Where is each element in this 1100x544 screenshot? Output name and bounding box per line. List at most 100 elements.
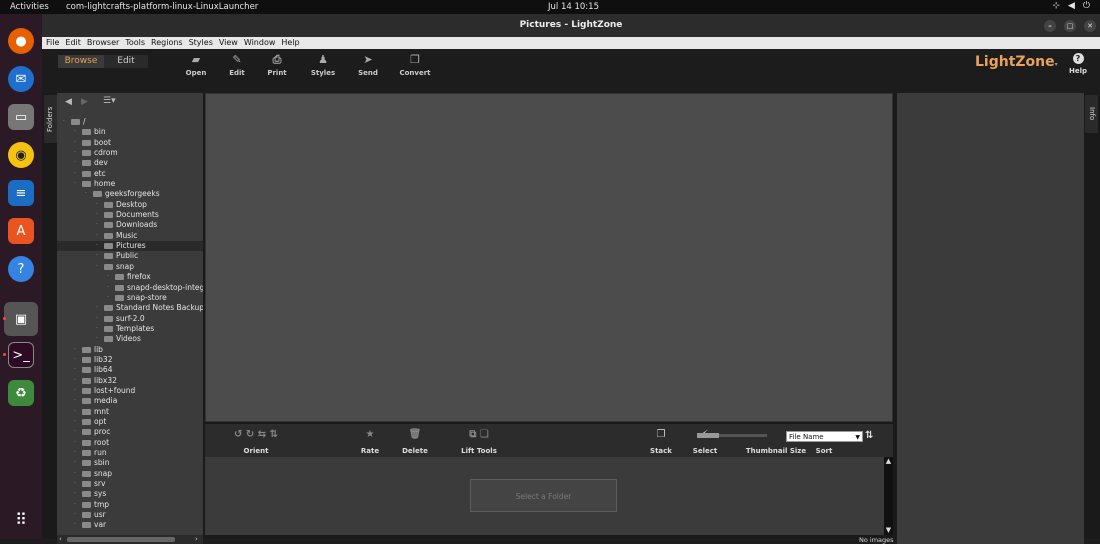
expand-toggle-icon[interactable]: · xyxy=(94,251,100,261)
thunderbird-icon[interactable]: ✉ xyxy=(8,66,34,92)
expand-toggle-icon[interactable]: · xyxy=(72,438,78,448)
thumbnail-size-slider[interactable] xyxy=(697,433,767,438)
expand-toggle-icon[interactable]: · xyxy=(72,355,78,365)
close-button[interactable]: ✕ xyxy=(1084,20,1096,32)
expand-toggle-icon[interactable]: · xyxy=(72,510,78,520)
browser-vertical-scrollbar[interactable]: ▲ ▼ xyxy=(884,457,893,535)
expand-toggle-icon[interactable]: · xyxy=(72,458,78,468)
folders-tab[interactable]: Folders xyxy=(44,95,57,143)
tree-horizontal-scrollbar[interactable]: ‹ › xyxy=(57,535,203,544)
system-tray[interactable]: ⊹ ◀ ⏻ xyxy=(1052,1,1090,11)
tree-node[interactable]: · etc xyxy=(57,169,203,179)
convert-button[interactable]: ❐ Convert xyxy=(395,53,435,77)
tree-node[interactable]: · run xyxy=(57,448,203,458)
expand-toggle-icon[interactable]: · xyxy=(94,324,100,334)
scroll-thumb[interactable] xyxy=(67,537,175,542)
scroll-down-icon[interactable]: ▼ xyxy=(884,526,893,535)
writer-icon[interactable]: ≡ xyxy=(8,180,34,206)
expand-toggle-icon[interactable]: · xyxy=(72,469,78,479)
expand-toggle-icon[interactable]: · xyxy=(72,448,78,458)
expand-toggle-icon[interactable]: · xyxy=(105,283,111,293)
tree-node[interactable]: · root xyxy=(57,438,203,448)
tree-node[interactable]: · Standard Notes Backups xyxy=(57,303,203,313)
minimize-button[interactable]: – xyxy=(1044,20,1056,32)
expand-toggle-icon[interactable]: · xyxy=(94,200,100,210)
edit-mode-button[interactable]: Edit xyxy=(104,55,148,68)
activities-button[interactable]: Activities xyxy=(10,2,49,12)
tree-node[interactable]: · boot xyxy=(57,138,203,148)
expand-toggle-icon[interactable]: · xyxy=(72,345,78,355)
sort-select[interactable]: File Name ▼ xyxy=(786,431,863,442)
tree-node[interactable]: · tmp xyxy=(57,500,203,510)
expand-toggle-icon[interactable]: · xyxy=(94,334,100,344)
scroll-up-icon[interactable]: ▲ xyxy=(884,457,893,466)
slider-knob[interactable] xyxy=(697,433,719,438)
menu-tools[interactable]: Tools xyxy=(125,37,145,49)
show-apps-icon[interactable]: ⠿ xyxy=(8,506,34,532)
open-button[interactable]: ▰ Open xyxy=(176,53,216,77)
menu-edit[interactable]: Edit xyxy=(65,37,81,49)
tree-node[interactable]: · Documents xyxy=(57,210,203,220)
scroll-left-icon[interactable]: ‹ xyxy=(59,535,62,543)
menu-window[interactable]: Window xyxy=(244,37,276,49)
edit-button[interactable]: ✎ Edit xyxy=(217,53,257,77)
tree-node[interactable]: · firefox xyxy=(57,272,203,282)
expand-toggle-icon[interactable]: · xyxy=(94,220,100,230)
tree-node[interactable]: · var xyxy=(57,520,203,530)
tree-node[interactable]: · sys xyxy=(57,489,203,499)
expand-toggle-icon[interactable]: · xyxy=(72,365,78,375)
tree-node[interactable]: · srv xyxy=(57,479,203,489)
tree-node[interactable]: · snap-store xyxy=(57,293,203,303)
send-button[interactable]: ➤ Send xyxy=(348,53,388,77)
expand-toggle-icon[interactable]: · xyxy=(72,520,78,530)
help-icon[interactable]: ? xyxy=(8,256,34,282)
tree-node[interactable]: · Public xyxy=(57,251,203,261)
styles-button[interactable]: ♟ Styles xyxy=(303,53,343,77)
tree-node[interactable]: · mnt xyxy=(57,407,203,417)
maximize-button[interactable]: □ xyxy=(1064,20,1076,32)
tree-node[interactable]: · Music xyxy=(57,231,203,241)
rate-tool[interactable]: ★ Rate xyxy=(355,428,385,455)
menu-styles[interactable]: Styles xyxy=(189,37,213,49)
lightzone-dock-icon[interactable]: ▣ xyxy=(4,302,38,336)
tree-node[interactable]: · Templates xyxy=(57,324,203,334)
tree-node[interactable]: · lib64 xyxy=(57,365,203,375)
expand-toggle-icon[interactable]: · xyxy=(72,148,78,158)
expand-toggle-icon[interactable]: · xyxy=(61,117,67,127)
tree-node[interactable]: · snap xyxy=(57,262,203,272)
expand-toggle-icon[interactable]: · xyxy=(72,169,78,179)
clock[interactable]: Jul 14 10:15 xyxy=(548,2,599,12)
tree-node[interactable]: · Downloads xyxy=(57,220,203,230)
rhythmbox-icon[interactable]: ◉ xyxy=(8,142,34,168)
tree-node[interactable]: · dev xyxy=(57,158,203,168)
menu-regions[interactable]: Regions xyxy=(151,37,183,49)
tree-node[interactable]: · home xyxy=(57,179,203,189)
sort-order-button[interactable]: ⇅ xyxy=(865,429,873,448)
tree-node[interactable]: · Videos xyxy=(57,334,203,344)
expand-toggle-icon[interactable]: · xyxy=(72,407,78,417)
menu-browser[interactable]: Browser xyxy=(87,37,119,49)
tree-node[interactable]: · Pictures xyxy=(57,241,203,252)
expand-toggle-icon[interactable]: · xyxy=(94,210,100,220)
tree-node[interactable]: · usr xyxy=(57,510,203,520)
terminal-icon[interactable]: >_ xyxy=(8,342,34,368)
expand-toggle-icon[interactable]: · xyxy=(72,417,78,427)
expand-toggle-icon[interactable]: · xyxy=(94,262,100,272)
tree-node[interactable]: · lib32 xyxy=(57,355,203,365)
expand-toggle-icon[interactable]: · xyxy=(105,272,111,282)
info-tab[interactable]: Info xyxy=(1085,95,1098,133)
tree-node[interactable]: · lost+found xyxy=(57,386,203,396)
expand-toggle-icon[interactable]: · xyxy=(72,479,78,489)
view-options-icon[interactable]: ☰▾ xyxy=(103,96,116,106)
tree-node[interactable]: · Desktop xyxy=(57,200,203,210)
expand-toggle-icon[interactable]: · xyxy=(72,127,78,137)
print-button[interactable]: ⎙ Print xyxy=(257,53,297,77)
tree-node[interactable]: · libx32 xyxy=(57,376,203,386)
tree-node[interactable]: · proc xyxy=(57,427,203,437)
menu-view[interactable]: View xyxy=(219,37,238,49)
expand-toggle-icon[interactable]: · xyxy=(72,138,78,148)
tree-node[interactable]: · / xyxy=(57,117,203,127)
expand-toggle-icon[interactable]: · xyxy=(72,500,78,510)
help-button[interactable]: ? Help xyxy=(1066,53,1090,75)
menu-file[interactable]: File xyxy=(46,37,59,49)
